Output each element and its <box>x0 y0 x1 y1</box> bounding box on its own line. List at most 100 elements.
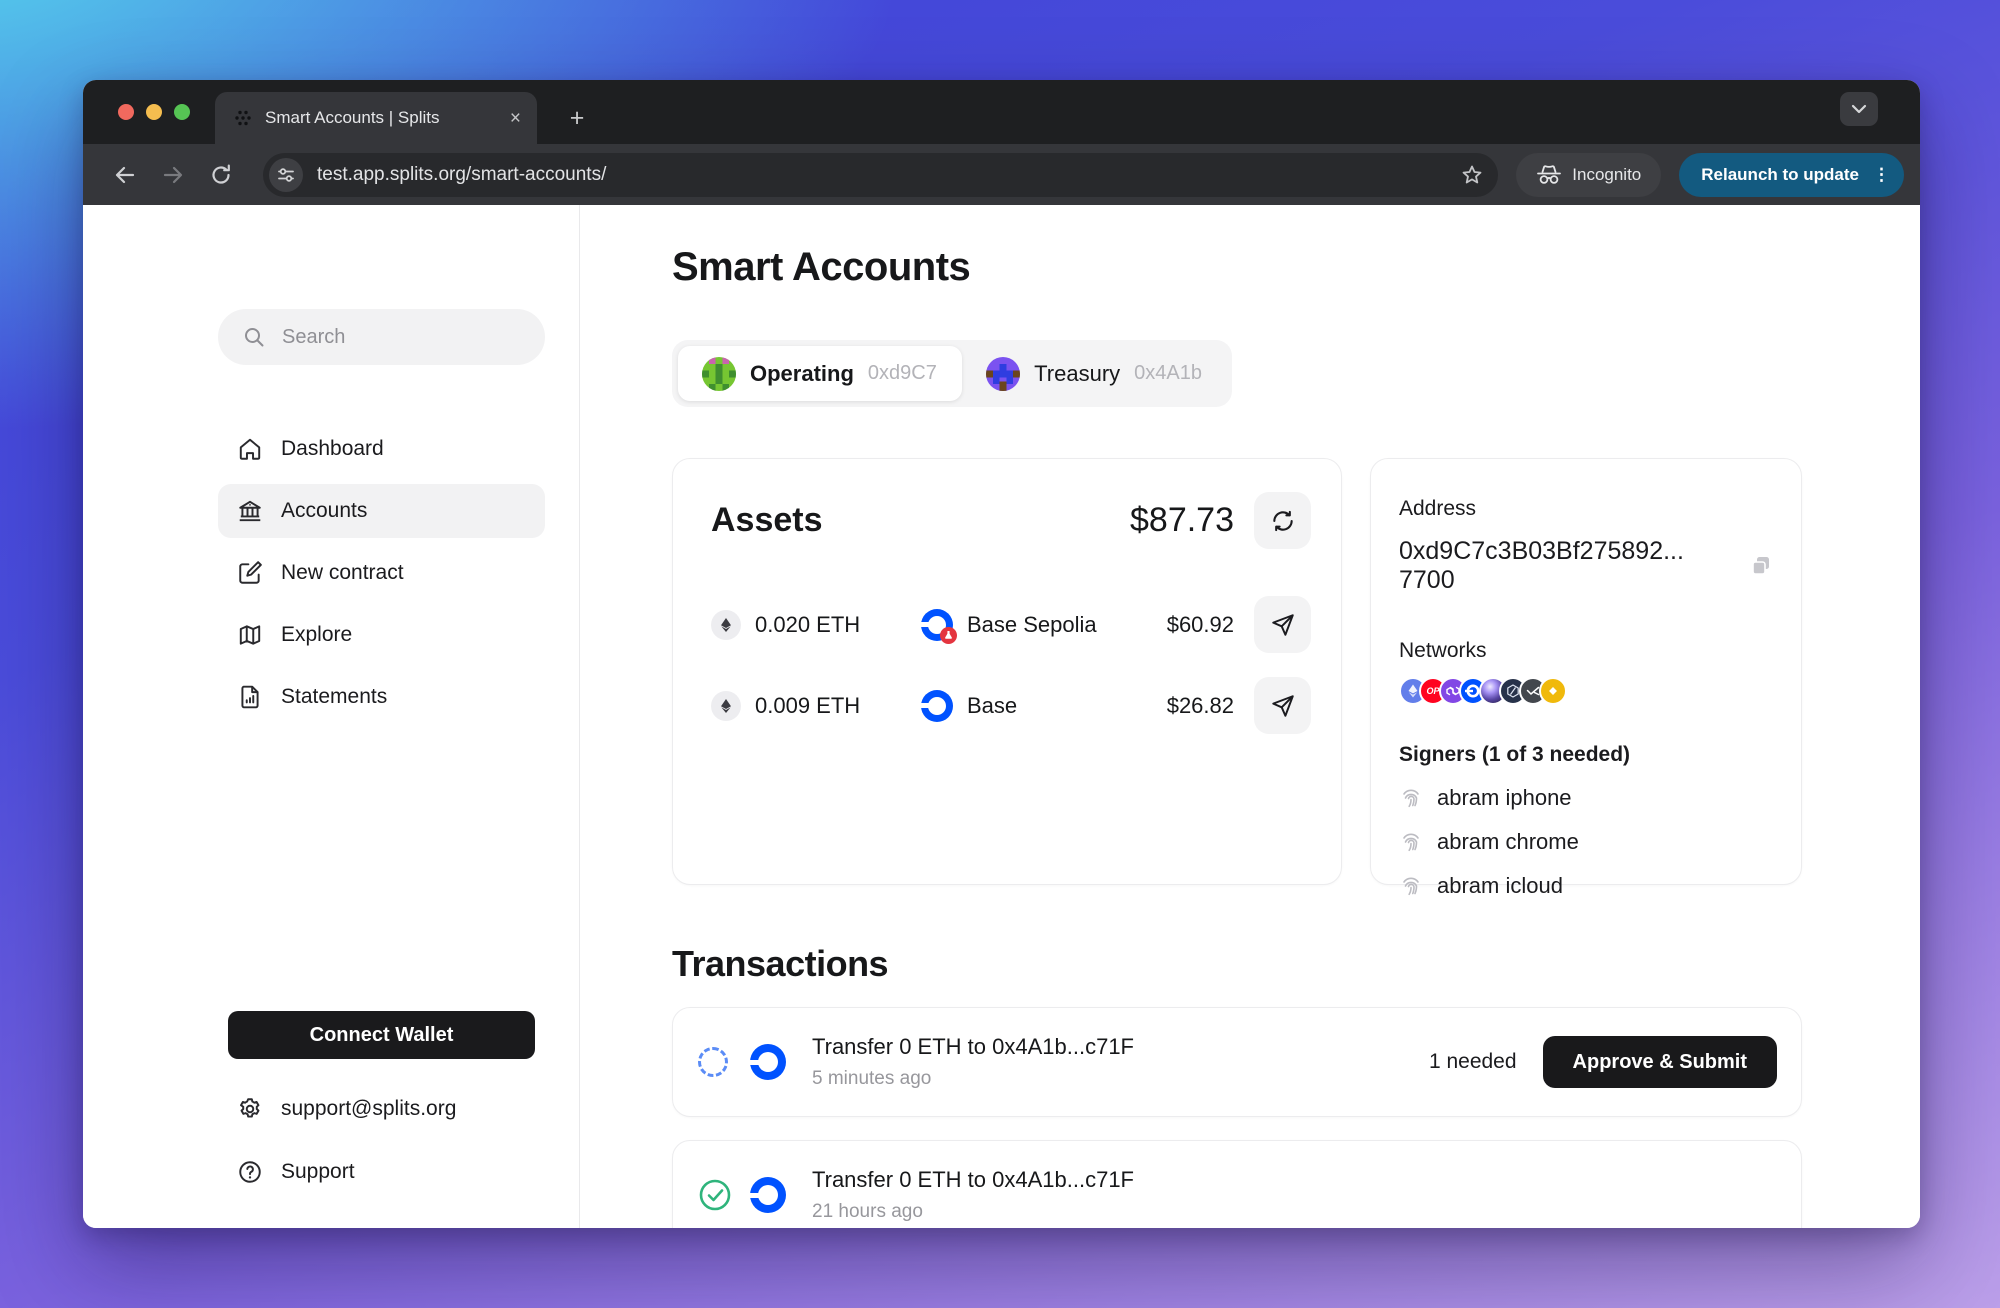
transactions-title: Transactions <box>672 943 888 985</box>
bank-icon <box>237 498 263 524</box>
site-settings-icon[interactable] <box>269 158 303 192</box>
copy-address-icon[interactable] <box>1749 554 1773 578</box>
sidebar-item-explore[interactable]: Explore <box>218 608 545 662</box>
assets-total: $87.73 <box>1130 501 1234 540</box>
minimize-window-button[interactable] <box>146 104 162 120</box>
refresh-button[interactable] <box>201 155 241 195</box>
success-check-icon <box>698 1178 732 1212</box>
signer-name: abram icloud <box>1437 873 1563 899</box>
browser-window: Smart Accounts | Splits × + <box>83 80 1920 1228</box>
tab-close-icon[interactable]: × <box>510 109 521 128</box>
support-label: Support <box>281 1160 355 1184</box>
asset-row: 0.009 ETH Base $26.82 <box>711 677 1311 734</box>
incognito-icon <box>1536 164 1562 186</box>
send-asset-button[interactable] <box>1254 677 1311 734</box>
chevron-down-icon <box>1851 104 1867 114</box>
approve-submit-button[interactable]: Approve & Submit <box>1543 1036 1777 1088</box>
asset-amount: 0.020 ETH <box>755 612 860 638</box>
base-sepolia-network-icon <box>921 609 953 641</box>
networks-row: OP <box>1399 677 1773 705</box>
page-title: Smart Accounts <box>672 245 970 290</box>
relaunch-update-button[interactable]: Relaunch to update ⋮ <box>1679 153 1904 197</box>
bookmark-star-icon[interactable] <box>1460 163 1484 187</box>
account-tab-treasury[interactable]: Treasury 0x4A1b <box>962 346 1226 401</box>
signer-name: abram chrome <box>1437 829 1579 855</box>
sidebar: Search Dashboard Accounts <box>83 205 580 1228</box>
sidebar-nav: Dashboard Accounts New contract <box>218 422 545 724</box>
send-asset-button[interactable] <box>1254 596 1311 653</box>
sidebar-item-label: Statements <box>281 685 387 709</box>
new-tab-button[interactable]: + <box>561 102 593 134</box>
account-short-address: 0x4A1b <box>1134 362 1202 385</box>
account-name: Operating <box>750 361 854 387</box>
search-icon <box>242 325 266 349</box>
zoom-window-button[interactable] <box>174 104 190 120</box>
browser-menu-icon[interactable]: ⋮ <box>1873 166 1890 183</box>
networks-label: Networks <box>1399 639 1773 663</box>
asset-usd-value: $60.92 <box>1167 612 1234 638</box>
splits-favicon <box>233 108 253 128</box>
sidebar-item-label: New contract <box>281 561 404 585</box>
sidebar-item-new-contract[interactable]: New contract <box>218 546 545 600</box>
transaction-time: 21 hours ago <box>812 1201 1777 1223</box>
assets-card: Assets $87.73 <box>672 458 1342 885</box>
operating-avatar <box>702 357 736 391</box>
help-icon <box>237 1159 263 1185</box>
signer-row: abram iphone <box>1399 785 1773 811</box>
browser-tab[interactable]: Smart Accounts | Splits × <box>215 92 537 144</box>
transaction-title: Transfer 0 ETH to 0x4A1b...c71F <box>812 1167 1777 1193</box>
compose-icon <box>237 560 263 586</box>
gear-icon <box>237 1096 263 1122</box>
account-switcher: Operating 0xd9C7 Treasury 0x4 <box>672 340 1232 407</box>
page-content: Search Dashboard Accounts <box>83 205 1920 1228</box>
asset-usd-value: $26.82 <box>1167 693 1234 719</box>
fingerprint-icon <box>1399 786 1423 810</box>
main-area: Smart Accounts Operating <box>581 205 1920 1228</box>
sidebar-item-accounts[interactable]: Accounts <box>218 484 545 538</box>
signer-name: abram iphone <box>1437 785 1572 811</box>
home-icon <box>237 436 263 462</box>
sidebar-item-label: Dashboard <box>281 437 384 461</box>
close-window-button[interactable] <box>118 104 134 120</box>
sidebar-item-support-email[interactable]: support@splits.org <box>237 1087 456 1131</box>
transaction-row-complete[interactable]: Transfer 0 ETH to 0x4A1b...c71F 21 hours… <box>672 1140 1802 1228</box>
back-button[interactable] <box>105 155 145 195</box>
bnb-network-icon <box>1539 677 1567 705</box>
sidebar-item-statements[interactable]: Statements <box>218 670 545 724</box>
assets-title: Assets <box>711 501 1130 540</box>
document-icon <box>237 684 263 710</box>
support-email-label: support@splits.org <box>281 1097 456 1121</box>
approvals-needed-label: 1 needed <box>1429 1050 1517 1074</box>
sidebar-item-dashboard[interactable]: Dashboard <box>218 422 545 476</box>
asset-amount: 0.009 ETH <box>755 693 860 719</box>
treasury-avatar <box>986 357 1020 391</box>
transaction-row-pending[interactable]: Transfer 0 ETH to 0x4A1b...c71F 5 minute… <box>672 1007 1802 1117</box>
forward-button[interactable] <box>153 155 193 195</box>
search-input[interactable]: Search <box>218 309 545 365</box>
sidebar-item-support[interactable]: Support <box>237 1150 355 1194</box>
base-network-icon <box>921 690 953 722</box>
url-text[interactable]: test.app.splits.org/smart-accounts/ <box>317 164 1446 186</box>
tab-search-chevron-button[interactable] <box>1840 92 1878 126</box>
asset-network-name: Base Sepolia <box>967 612 1097 638</box>
connect-wallet-button[interactable]: Connect Wallet <box>228 1011 535 1059</box>
signers-label: Signers (1 of 3 needed) <box>1399 743 1773 767</box>
tab-strip: Smart Accounts | Splits × + <box>83 80 1920 144</box>
signer-row: abram chrome <box>1399 829 1773 855</box>
browser-toolbar: test.app.splits.org/smart-accounts/ Inco… <box>83 144 1920 205</box>
pending-status-icon <box>698 1047 728 1077</box>
sidebar-item-label: Accounts <box>281 499 367 523</box>
refresh-assets-button[interactable] <box>1254 492 1311 549</box>
eth-token-icon <box>711 610 741 640</box>
tab-title: Smart Accounts | Splits <box>265 108 498 128</box>
account-short-address: 0xd9C7 <box>868 362 937 385</box>
traffic-lights <box>118 104 190 120</box>
asset-network-name: Base <box>967 693 1017 719</box>
fingerprint-icon <box>1399 830 1423 854</box>
signer-row: abram icloud <box>1399 873 1773 899</box>
url-bar[interactable]: test.app.splits.org/smart-accounts/ <box>263 153 1498 197</box>
transaction-title: Transfer 0 ETH to 0x4A1b...c71F <box>812 1034 1429 1060</box>
account-tab-operating[interactable]: Operating 0xd9C7 <box>678 346 962 401</box>
search-placeholder: Search <box>282 326 345 349</box>
relaunch-label: Relaunch to update <box>1701 165 1859 185</box>
